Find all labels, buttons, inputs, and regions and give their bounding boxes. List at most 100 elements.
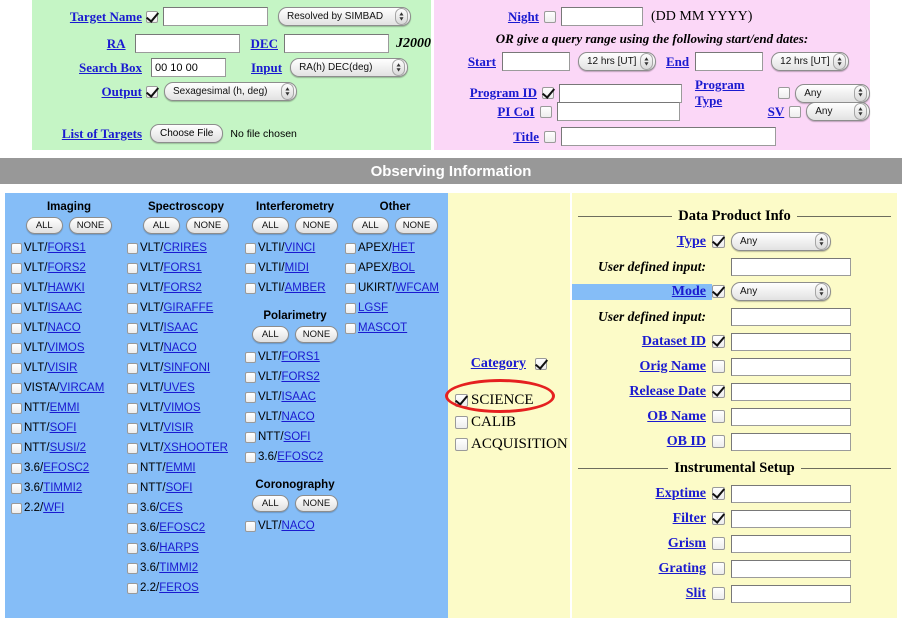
none-button[interactable]: NONE (295, 217, 338, 234)
instrument-link[interactable]: EFOSC2 (43, 462, 89, 474)
category-option-checkbox[interactable] (455, 394, 468, 407)
row-checkbox[interactable] (712, 487, 725, 500)
instrument-link[interactable]: FORS2 (163, 282, 201, 294)
instrument-row[interactable]: VLT/ISAAC (245, 387, 345, 407)
instrument-link[interactable]: SUSI/2 (50, 442, 86, 454)
instrument-row[interactable]: VLT/VISIR (11, 358, 127, 378)
instrument-link[interactable]: SINFONI (163, 362, 210, 374)
row-label-link[interactable]: OB ID (667, 434, 706, 449)
value-field[interactable] (731, 333, 851, 351)
start-label[interactable]: Start (434, 54, 496, 70)
instrument-row[interactable]: VLT/CRIRES (127, 238, 245, 258)
value-field[interactable] (731, 510, 851, 528)
row-label-link[interactable]: Mode (672, 284, 706, 299)
instrument-row[interactable]: VLT/FORS1 (11, 238, 127, 258)
instrument-checkbox[interactable] (127, 303, 138, 314)
value-select[interactable]: Any▲▼ (731, 282, 831, 301)
instrument-row[interactable]: VLT/NACO (245, 407, 345, 427)
instrument-link[interactable]: BOL (392, 262, 415, 274)
dec-label[interactable]: DEC (251, 36, 278, 52)
instrument-link[interactable]: NACO (281, 411, 314, 423)
instrument-link[interactable]: VISIR (47, 362, 77, 374)
instrument-checkbox[interactable] (127, 463, 138, 474)
instrument-row[interactable]: VLT/FORS1 (245, 347, 345, 367)
instrument-checkbox[interactable] (127, 483, 138, 494)
all-button[interactable]: ALL (352, 217, 389, 234)
instrument-link[interactable]: EFOSC2 (159, 522, 205, 534)
instrument-checkbox[interactable] (127, 283, 138, 294)
night-input[interactable] (561, 7, 643, 26)
instrument-link[interactable]: ISAAC (47, 302, 82, 314)
instrument-row[interactable]: 3.6/EFOSC2 (11, 458, 127, 478)
category-option[interactable]: CALIB (455, 411, 570, 433)
value-field[interactable] (731, 383, 851, 401)
all-button[interactable]: ALL (143, 217, 180, 234)
instrument-checkbox[interactable] (245, 263, 256, 274)
instrument-link[interactable]: UVES (163, 382, 194, 394)
value-select[interactable]: Any▲▼ (731, 232, 831, 251)
all-button[interactable]: ALL (252, 217, 289, 234)
pi-coi-label[interactable]: PI CoI (434, 104, 535, 120)
target-name-input[interactable] (163, 7, 268, 26)
row-label-link[interactable]: Orig Name (640, 359, 706, 374)
instrument-row[interactable]: APEX/BOL (345, 258, 445, 278)
instrument-checkbox[interactable] (345, 303, 356, 314)
instrument-row[interactable]: 3.6/CES (127, 498, 245, 518)
input-format-select[interactable]: RA(h) DEC(deg) ▲▼ (290, 58, 408, 77)
row-checkbox[interactable] (712, 385, 725, 398)
instrument-link[interactable]: MASCOT (358, 322, 407, 334)
instrument-checkbox[interactable] (127, 403, 138, 414)
row-label-link[interactable]: Grating (659, 561, 706, 576)
instrument-checkbox[interactable] (127, 543, 138, 554)
title-label[interactable]: Title (434, 129, 539, 145)
instrument-row[interactable]: NTT/SOFI (245, 427, 345, 447)
row-checkbox[interactable] (712, 285, 725, 298)
instrument-row[interactable]: VLT/NACO (127, 338, 245, 358)
row-checkbox[interactable] (712, 235, 725, 248)
instrument-link[interactable]: HAWKI (47, 282, 84, 294)
row-label-link[interactable]: Slit (686, 586, 706, 601)
pi-coi-checkbox[interactable] (540, 106, 552, 118)
search-box-label[interactable]: Search Box (32, 60, 142, 76)
end-date-input[interactable] (695, 52, 763, 71)
instrument-checkbox[interactable] (11, 363, 22, 374)
instrument-checkbox[interactable] (127, 563, 138, 574)
program-id-checkbox[interactable] (542, 87, 554, 99)
instrument-row[interactable]: VLT/FORS2 (127, 278, 245, 298)
row-label-link[interactable]: Type (677, 234, 706, 249)
row-label-link[interactable]: Grism (668, 536, 706, 551)
instrument-checkbox[interactable] (127, 323, 138, 334)
title-input[interactable] (561, 127, 776, 146)
title-checkbox[interactable] (544, 131, 556, 143)
row-checkbox[interactable] (712, 562, 725, 575)
category-checkbox[interactable] (535, 358, 547, 370)
instrument-link[interactable]: LGSF (358, 302, 388, 314)
instrument-checkbox[interactable] (245, 392, 256, 403)
night-label[interactable]: Night (434, 9, 539, 25)
instrument-row[interactable]: VLTI/AMBER (245, 278, 345, 298)
instrument-row[interactable]: VLT/ISAAC (11, 298, 127, 318)
instrument-link[interactable]: MIDI (285, 262, 309, 274)
all-button[interactable]: ALL (26, 217, 63, 234)
instrument-checkbox[interactable] (11, 403, 22, 414)
instrument-checkbox[interactable] (11, 263, 22, 274)
output-format-select[interactable]: Sexagesimal (h, deg) ▲▼ (164, 82, 297, 101)
instrument-link[interactable]: AMBER (285, 282, 326, 294)
instrument-row[interactable]: APEX/HET (345, 238, 445, 258)
instrument-link[interactable]: FORS1 (281, 351, 319, 363)
output-checkbox[interactable] (146, 86, 158, 98)
instrument-row[interactable]: MASCOT (345, 318, 445, 338)
instrument-row[interactable]: NTT/SOFI (127, 478, 245, 498)
instrument-link[interactable]: SOFI (166, 482, 193, 494)
program-type-select[interactable]: Any ▲▼ (795, 84, 870, 103)
none-button[interactable]: NONE (69, 217, 112, 234)
pi-coi-input[interactable] (557, 102, 680, 121)
all-button[interactable]: ALL (252, 495, 289, 512)
sv-select[interactable]: Any ▲▼ (806, 102, 870, 121)
instrument-link[interactable]: NACO (47, 322, 80, 334)
instrument-row[interactable]: VLT/VISIR (127, 418, 245, 438)
instrument-link[interactable]: VINCI (285, 242, 316, 254)
row-label-link[interactable]: OB Name (647, 409, 706, 424)
instrument-checkbox[interactable] (245, 372, 256, 383)
instrument-checkbox[interactable] (11, 443, 22, 454)
